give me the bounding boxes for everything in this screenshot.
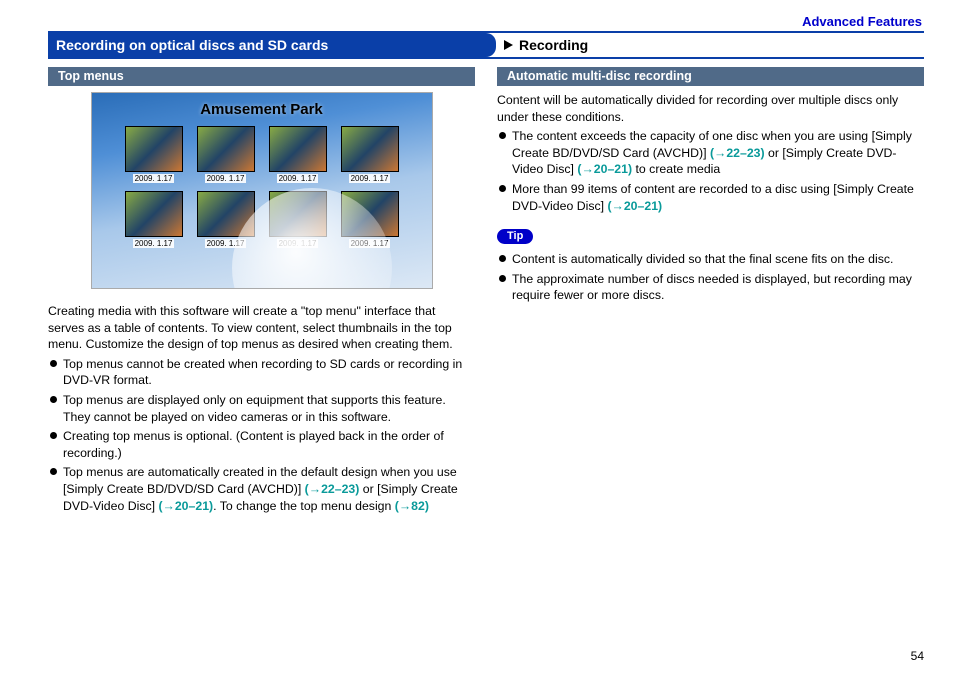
bullet-list: Top menus cannot be created when recordi… <box>48 356 475 514</box>
thumbnail: 2009. 1.17 <box>124 126 184 183</box>
chapter-subsection: Recording <box>496 33 588 57</box>
tip-badge: Tip <box>497 229 533 244</box>
subheader-top-menus: Top menus <box>48 67 475 86</box>
text: More than 99 items of content are record… <box>512 182 914 213</box>
thumbnail-row-1: 2009. 1.17 2009. 1.17 2009. 1.17 2009. 1… <box>124 126 400 183</box>
left-column: Top menus Amusement Park 2009. 1.17 2009… <box>48 67 475 517</box>
content-columns: Top menus Amusement Park 2009. 1.17 2009… <box>48 67 924 517</box>
list-item: Top menus cannot be created when recordi… <box>48 356 475 389</box>
thumbnail: 2009. 1.17 <box>340 126 400 183</box>
cross-reference-link[interactable]: (→20–21) <box>577 162 632 176</box>
cross-reference-link[interactable]: (→20–21) <box>607 199 662 213</box>
top-menu-figure: Amusement Park 2009. 1.17 2009. 1.17 200… <box>91 92 433 289</box>
intro-paragraph: Creating media with this software will c… <box>48 303 475 353</box>
thumbnail: 2009. 1.17 <box>124 191 184 248</box>
list-item: The approximate number of discs needed i… <box>497 271 924 304</box>
right-column: Automatic multi-disc recording Content w… <box>497 67 924 517</box>
figure-title: Amusement Park <box>200 101 323 118</box>
bullet-list: The content exceeds the capacity of one … <box>497 128 924 214</box>
cross-reference-link[interactable]: (→22–23) <box>305 482 360 496</box>
cross-reference-link[interactable]: (→82) <box>395 499 429 513</box>
subheader-auto-multidisc: Automatic multi-disc recording <box>497 67 924 86</box>
chapter-subsection-label: Recording <box>519 37 588 53</box>
chapter-title-bar: Recording on optical discs and SD cards … <box>48 31 924 59</box>
chapter-title: Recording on optical discs and SD cards <box>48 33 496 57</box>
text: . To change the top menu design <box>213 499 395 513</box>
section-link-advanced-features[interactable]: Advanced Features <box>48 14 924 29</box>
cross-reference-link[interactable]: (→20–21) <box>158 499 213 513</box>
thumbnail: 2009. 1.17 <box>196 126 256 183</box>
list-item: Content is automatically divided so that… <box>497 251 924 268</box>
manual-page: Advanced Features Recording on optical d… <box>0 0 954 673</box>
text: to create media <box>632 162 720 176</box>
list-item: More than 99 items of content are record… <box>497 181 924 214</box>
page-number: 54 <box>911 649 924 663</box>
list-item: The content exceeds the capacity of one … <box>497 128 924 178</box>
list-item: Creating top menus is optional. (Content… <box>48 428 475 461</box>
triangle-right-icon <box>504 40 513 50</box>
thumbnail: 2009. 1.17 <box>268 126 328 183</box>
intro-paragraph: Content will be automatically divided fo… <box>497 92 924 125</box>
list-item: Top menus are automatically created in t… <box>48 464 475 514</box>
list-item: Top menus are displayed only on equipmen… <box>48 392 475 425</box>
cross-reference-link[interactable]: (→22–23) <box>710 146 765 160</box>
tip-bullet-list: Content is automatically divided so that… <box>497 251 924 304</box>
